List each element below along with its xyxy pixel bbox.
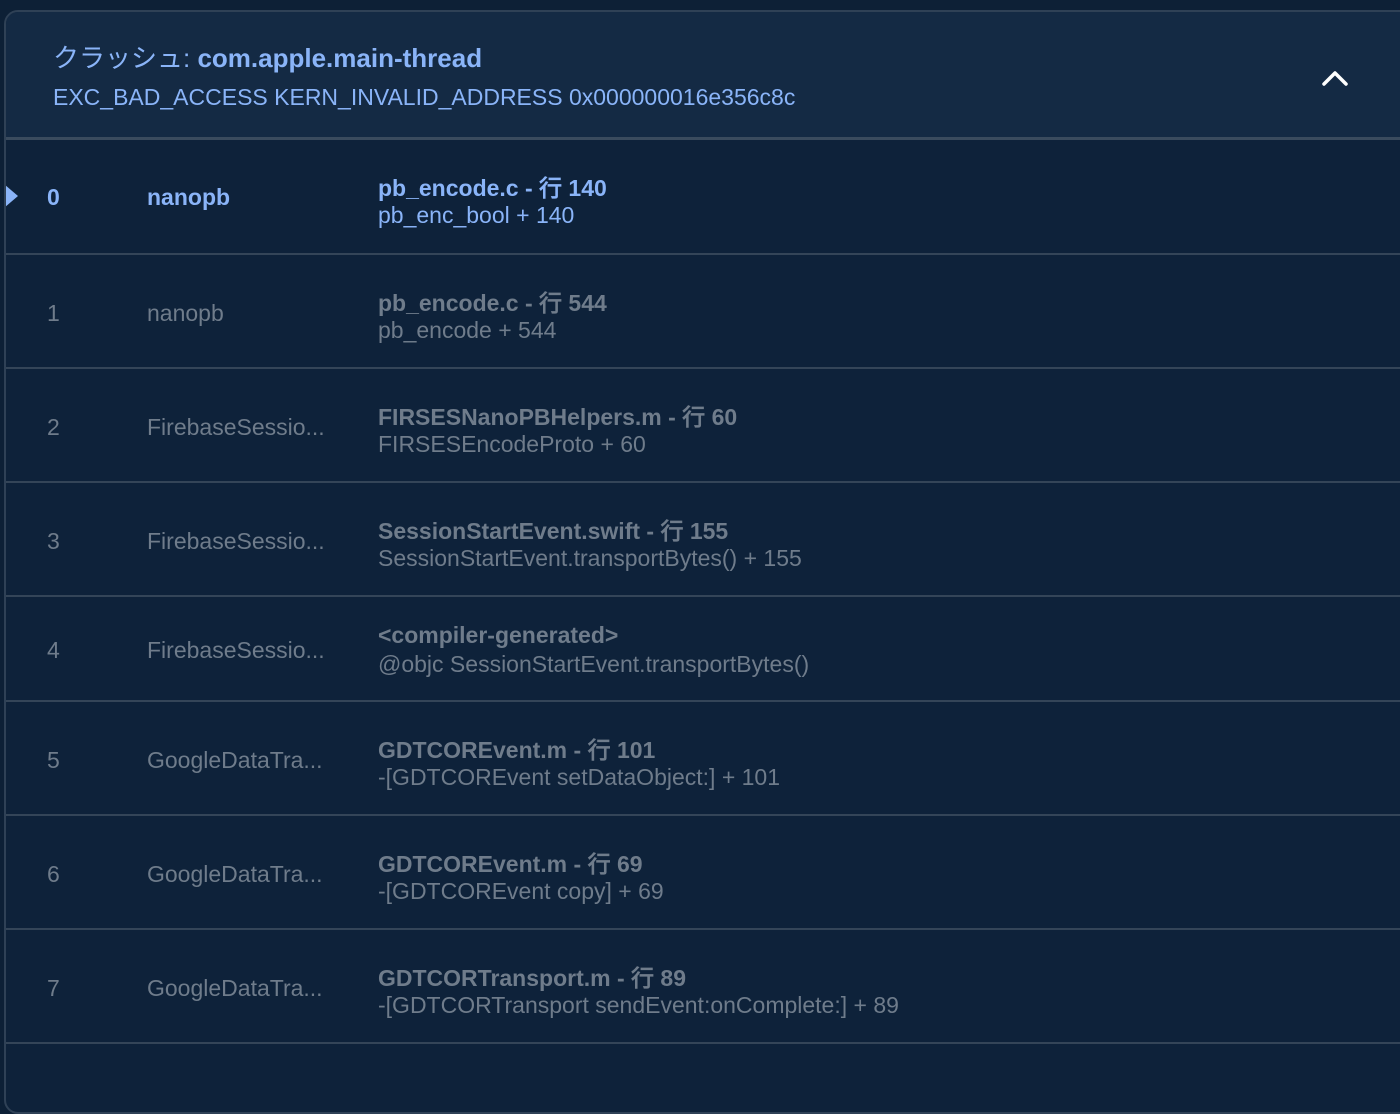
frame-library: GoogleDataTra...	[147, 747, 323, 773]
frame-library: GoogleDataTra...	[147, 975, 323, 1001]
frame-library: nanopb	[147, 184, 231, 210]
frame-symbol: -[GDTCORTransport sendEvent:onComplete:]…	[378, 992, 899, 1018]
crash-label: クラッシュ:	[53, 43, 198, 73]
selected-frame-marker-icon	[6, 184, 18, 208]
crash-header[interactable]: クラッシュ: com.apple.main-thread EXC_BAD_ACC…	[6, 12, 1400, 140]
stack-frame-row[interactable]: 0 nanopb pb_encode.c - 行 140 pb_enc_bool…	[6, 140, 1400, 255]
collapse-button[interactable]	[1318, 62, 1352, 92]
frame-symbol: pb_encode + 544	[378, 317, 557, 343]
frame-location[interactable]: pb_encode.c - 行 140	[378, 169, 607, 203]
frame-location[interactable]: FIRSESNanoPBHelpers.m - 行 60	[378, 398, 737, 432]
frame-library: FirebaseSessio...	[147, 528, 325, 554]
frame-index: 2	[47, 414, 60, 440]
stack-frame-row[interactable]: 2 FirebaseSessio... FIRSESNanoPBHelpers.…	[6, 369, 1400, 483]
thread-name: com.apple.main-thread	[197, 43, 483, 73]
stack-frame-row[interactable]: 1 nanopb pb_encode.c - 行 544 pb_encode +…	[6, 255, 1400, 369]
frame-location[interactable]: GDTCOREvent.m - 行 101	[378, 731, 655, 765]
frame-symbol: @objc SessionStartEvent.transportBytes()	[378, 651, 810, 677]
frame-symbol: -[GDTCOREvent copy] + 69	[378, 878, 664, 904]
frame-location[interactable]: <compiler-generated>	[378, 622, 618, 649]
chevron-up-icon	[1322, 71, 1348, 86]
crash-panel: クラッシュ: com.apple.main-thread EXC_BAD_ACC…	[4, 10, 1400, 1114]
frame-index: 3	[47, 528, 60, 554]
frame-location[interactable]: GDTCORTransport.m - 行 89	[378, 959, 686, 993]
stack-frame-row[interactable]: 3 FirebaseSessio... SessionStartEvent.sw…	[6, 483, 1400, 597]
frame-symbol: pb_enc_bool + 140	[378, 202, 575, 228]
stack-frame-row[interactable]: 6 GoogleDataTra... GDTCOREvent.m - 行 69 …	[6, 816, 1400, 930]
frame-library: nanopb	[147, 300, 224, 326]
stack-frame-row[interactable]: 7 GoogleDataTra... GDTCORTransport.m - 行…	[6, 930, 1400, 1044]
frame-index: 1	[47, 300, 60, 326]
frame-index: 5	[47, 747, 60, 773]
frame-location[interactable]: GDTCOREvent.m - 行 69	[378, 845, 643, 879]
frame-location[interactable]: pb_encode.c - 行 544	[378, 284, 607, 318]
frame-index: 0	[47, 184, 60, 210]
stack-frames-list: 0 nanopb pb_encode.c - 行 140 pb_enc_bool…	[6, 140, 1400, 1044]
frame-symbol: FIRSESEncodeProto + 60	[378, 431, 646, 457]
frame-symbol: -[GDTCOREvent setDataObject:] + 101	[378, 764, 781, 790]
stack-frame-row[interactable]: 4 FirebaseSessio... <compiler-generated>…	[6, 597, 1400, 702]
stack-frame-row[interactable]: 5 GoogleDataTra... GDTCOREvent.m - 行 101…	[6, 702, 1400, 816]
crash-title: クラッシュ: com.apple.main-thread	[53, 38, 482, 75]
frame-index: 6	[47, 861, 60, 887]
frame-library: FirebaseSessio...	[147, 637, 325, 663]
frame-index: 7	[47, 975, 60, 1001]
frame-symbol: SessionStartEvent.transportBytes() + 155	[378, 545, 802, 571]
exception-text: EXC_BAD_ACCESS KERN_INVALID_ADDRESS 0x00…	[53, 84, 796, 110]
frame-library: GoogleDataTra...	[147, 861, 323, 887]
frame-index: 4	[47, 637, 60, 663]
frame-location[interactable]: SessionStartEvent.swift - 行 155	[378, 512, 728, 546]
frame-library: FirebaseSessio...	[147, 414, 325, 440]
